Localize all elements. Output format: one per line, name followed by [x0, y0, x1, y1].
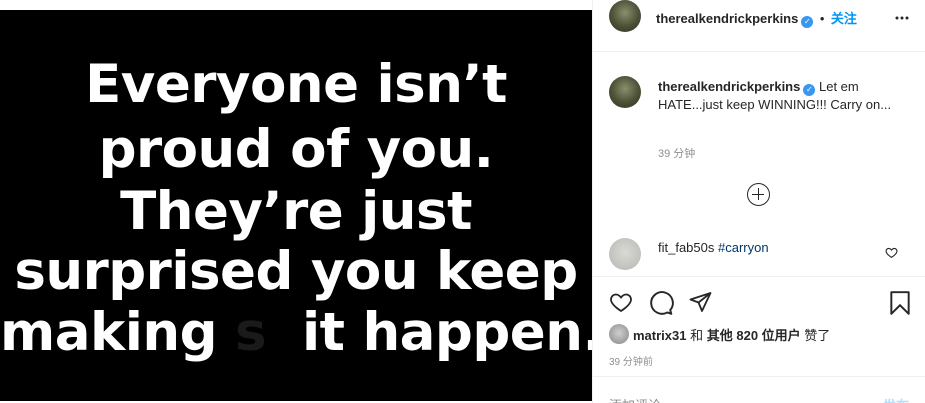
post-side-panel: therealkendrickperkins ✓ • 关注 therealkend…	[592, 0, 925, 403]
comment-like-heart-icon[interactable]	[885, 246, 898, 259]
header-user-line: therealkendrickperkins ✓ • 关注	[656, 8, 857, 28]
likes-others[interactable]: 其他 820 位用户	[707, 328, 801, 343]
author-avatar[interactable]	[609, 0, 641, 32]
likes-user[interactable]: matrix31	[633, 328, 686, 343]
image-text-line-2: proud of you.	[98, 119, 494, 180]
verified-badge-icon: ✓	[801, 16, 814, 28]
image-text-censored: s	[235, 302, 267, 363]
comment-username[interactable]: fit_fab50s	[658, 240, 714, 255]
caption-avatar[interactable]	[609, 76, 641, 108]
bookmark-icon[interactable]	[889, 290, 911, 316]
comment: fit_fab50s #carryon	[658, 240, 769, 255]
likes-suffix: 赞了	[804, 328, 831, 343]
add-comment-bar: 添加评论... 发布	[593, 376, 925, 403]
post-time: 39 分钟前	[609, 357, 653, 368]
likes-and: 和	[690, 328, 704, 343]
more-horizontal-icon[interactable]	[894, 10, 910, 26]
caption-username[interactable]: therealkendrickperkins	[658, 79, 800, 94]
commenter-avatar[interactable]	[609, 238, 641, 270]
add-comment-input[interactable]: 添加评论...	[609, 395, 672, 403]
image-text-line-3: They’re just	[120, 181, 472, 242]
image-text-line-1: Everyone isn’t	[85, 54, 507, 115]
follow-button[interactable]: 关注	[831, 11, 857, 26]
verified-badge-icon: ✓	[803, 84, 816, 96]
image-text-line-4: surprised you keep	[14, 241, 578, 302]
plus-circle-icon[interactable]	[747, 183, 770, 206]
post-header: therealkendrickperkins ✓ • 关注	[593, 0, 925, 52]
post-image[interactable]: Everyone isn’t proud of you. They’re jus…	[0, 10, 592, 401]
image-text-making: making	[0, 302, 218, 363]
post-comment-button[interactable]: 发布	[883, 395, 909, 403]
likes-summary: matrix31 和 其他 820 位用户 赞了	[633, 325, 830, 344]
share-icon[interactable]	[688, 290, 713, 314]
liker-avatar[interactable]	[609, 324, 629, 344]
caption: therealkendrickperkins ✓ Let em HATE...ju…	[658, 78, 898, 114]
comment-icon[interactable]	[648, 290, 674, 316]
image-text-line-5: making s it happen.	[0, 303, 592, 363]
heart-icon[interactable]	[608, 290, 634, 314]
comment-hashtag[interactable]: #carryon	[718, 240, 769, 255]
image-text-happen: it happen.	[301, 302, 592, 363]
separator-dot: •	[819, 11, 825, 26]
header-username[interactable]: therealkendrickperkins	[656, 11, 798, 26]
caption-time: 39 分钟	[658, 148, 696, 160]
action-bar: matrix31 和 其他 820 位用户 赞了 39 分钟前	[593, 276, 925, 376]
